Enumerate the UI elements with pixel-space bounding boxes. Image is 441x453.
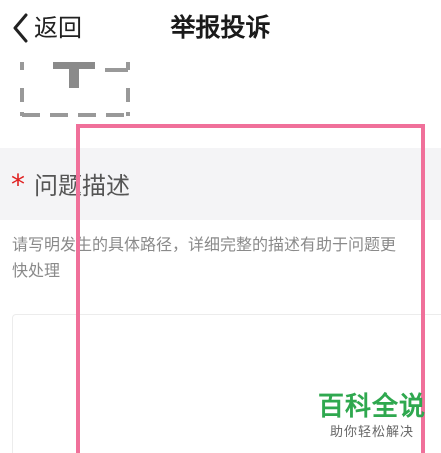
hint-line-1: 请写明发生的具体路径，详细完整的描述有助于问题更	[12, 235, 397, 254]
hint-line-2: 快处理	[12, 261, 61, 280]
image-upload-placeholder[interactable]	[20, 62, 130, 118]
report-complaint-page: 返回 举报投诉 * 问题描述 请写明发生的具体路径，详细完整的描述有助于问题更 …	[0, 0, 441, 453]
add-image-icon	[20, 62, 130, 117]
watermark-logo: 百科全说 助你轻松解决	[312, 392, 432, 444]
watermark-subtitle: 助你轻松解决	[329, 425, 414, 440]
description-hint: 请写明发生的具体路径，详细完整的描述有助于问题更 快处理	[12, 232, 441, 284]
nav-header: 返回 举报投诉	[0, 0, 441, 56]
required-mark: *	[11, 168, 25, 201]
page-title: 举报投诉	[170, 13, 271, 42]
watermark-title: 百科全说	[317, 392, 426, 422]
problem-description-header: * 问题描述	[0, 148, 441, 220]
section-title: 问题描述	[34, 172, 130, 200]
